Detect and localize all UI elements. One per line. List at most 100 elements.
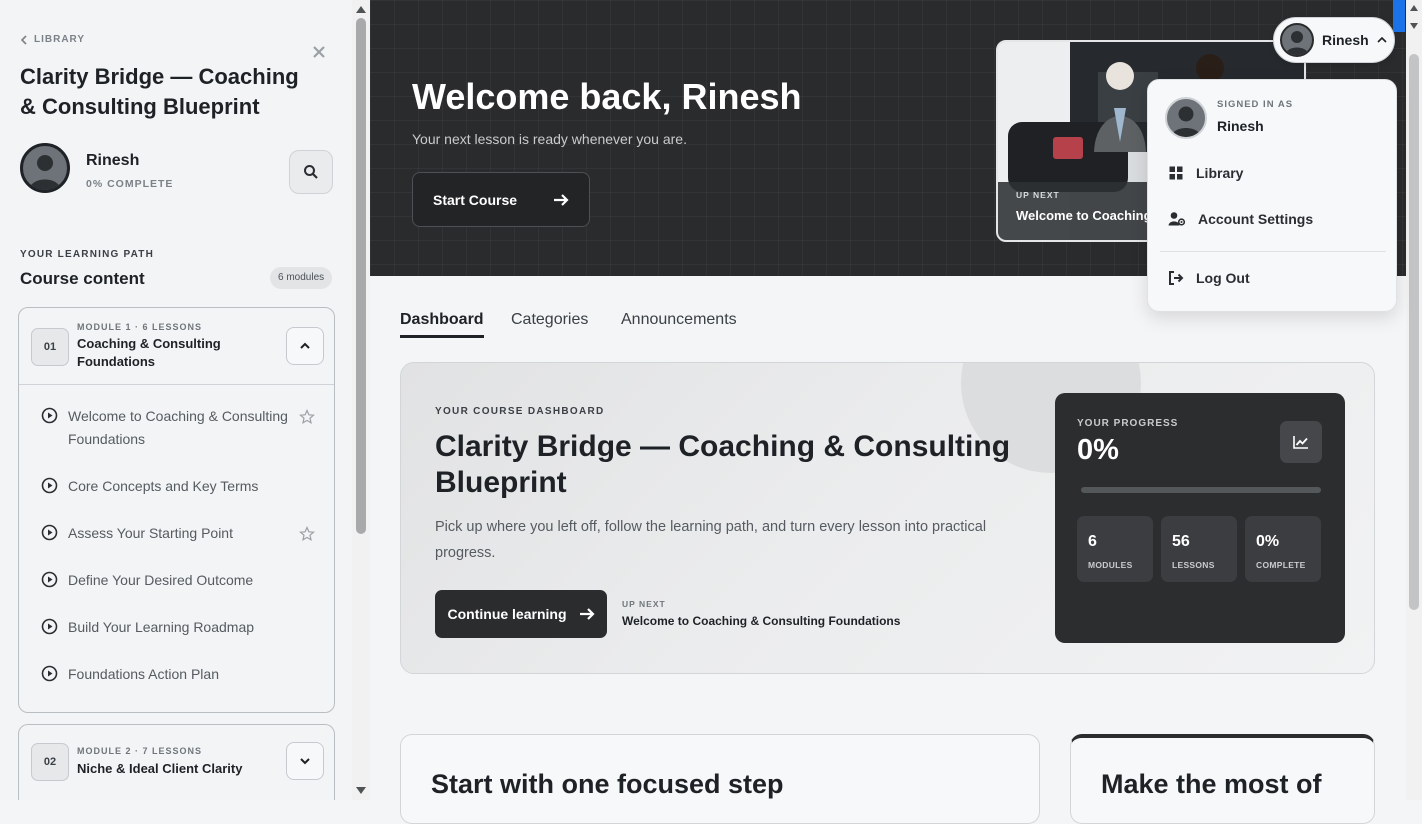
user-name: Rinesh [86, 152, 140, 169]
progress-bar [1081, 487, 1321, 493]
module-card: 01 MODULE 1 · 6 LESSONS Coaching & Consu… [18, 307, 335, 713]
module-meta: MODULE 2 · 7 LESSONS [77, 746, 203, 756]
module-meta: MODULE 1 · 6 LESSONS [77, 322, 203, 332]
lesson-title: Build Your Learning Roadmap [68, 619, 255, 635]
user-progress: 0% COMPLETE [86, 178, 174, 190]
progress-label: YOUR PROGRESS [1077, 418, 1179, 429]
lesson-item[interactable]: Assess Your Starting Point [41, 522, 316, 545]
play-circle-icon [41, 524, 58, 541]
chevron-down-icon [300, 758, 310, 765]
play-circle-icon [41, 571, 58, 588]
collapse-module-button[interactable] [286, 327, 324, 365]
close-icon[interactable] [311, 44, 327, 60]
stat-lessons: 56 LESSONS [1161, 516, 1237, 582]
stat-label: MODULES [1088, 560, 1133, 570]
lesson-item[interactable]: Build Your Learning Roadmap [41, 616, 316, 639]
course-content-title: Course content [20, 269, 145, 288]
menu-item-log-out[interactable]: Log Out [1168, 270, 1250, 286]
avatar [1165, 97, 1207, 139]
start-course-label: Start Course [433, 191, 518, 208]
tab-dashboard[interactable]: Dashboard [400, 311, 484, 338]
module-name: Niche & Ideal Client Clarity [77, 761, 243, 776]
search-icon [304, 165, 318, 179]
lesson-title: Assess Your Starting Point [68, 525, 233, 541]
grid-icon [1169, 166, 1183, 180]
user-dropdown-menu: SIGNED IN AS Rinesh Library Account Sett… [1147, 79, 1397, 312]
lesson-title: Core Concepts and Key Terms [68, 478, 259, 494]
lesson-item[interactable]: Welcome to Coaching & Consulting Foundat… [41, 405, 316, 451]
avatar [20, 143, 70, 193]
logout-icon [1169, 271, 1184, 285]
module-number: 01 [31, 328, 69, 366]
continue-learning-button[interactable]: Continue learning [435, 590, 607, 638]
card-title: Make the most of [1101, 769, 1322, 799]
signed-in-name: Rinesh [1217, 118, 1264, 134]
dashboard-course-title: Clarity Bridge — Coaching & Consulting B… [435, 430, 1011, 499]
sidebar-scrollbar-thumb[interactable] [356, 18, 366, 534]
lesson-title: Define Your Desired Outcome [68, 572, 254, 588]
arrow-right-icon [579, 608, 595, 620]
stat-value: 0% [1256, 533, 1280, 550]
back-label: LIBRARY [34, 34, 86, 45]
stat-complete: 0% COMPLETE [1245, 516, 1321, 582]
stat-modules: 6 MODULES [1077, 516, 1153, 582]
lesson-title: Foundations Action Plan [68, 666, 219, 682]
menu-item-label: Log Out [1196, 270, 1250, 286]
user-gear-icon [1168, 212, 1186, 226]
tab-categories[interactable]: Categories [511, 311, 588, 329]
back-to-library-link[interactable]: LIBRARY [20, 34, 85, 45]
scroll-up-arrow-icon[interactable] [1409, 4, 1419, 12]
lesson-item[interactable]: Foundations Action Plan [41, 663, 316, 686]
card-title: Start with one focused step [431, 769, 784, 799]
user-menu-toggle[interactable]: Rinesh [1273, 17, 1395, 63]
dashboard-eyebrow: YOUR COURSE DASHBOARD [435, 406, 605, 417]
menu-divider [1160, 251, 1386, 252]
continue-learning-label: Continue learning [447, 606, 567, 622]
user-menu-name: Rinesh [1322, 32, 1369, 48]
stat-value: 6 [1088, 533, 1097, 550]
play-circle-icon [41, 407, 58, 424]
star-icon[interactable] [299, 409, 315, 425]
learning-path-label: YOUR LEARNING PATH [20, 249, 155, 260]
lesson-item[interactable]: Core Concepts and Key Terms [41, 475, 316, 498]
accent-marker [1393, 0, 1405, 32]
arrow-right-icon [554, 193, 569, 206]
search-button[interactable] [289, 150, 333, 194]
menu-item-label: Library [1196, 165, 1244, 181]
lesson-title: Welcome to Coaching & Consulting Foundat… [68, 408, 288, 447]
module-number: 02 [31, 743, 69, 781]
avatar [1280, 23, 1314, 57]
progress-chart-button[interactable] [1280, 421, 1322, 463]
line-chart-icon [1293, 436, 1308, 449]
play-circle-icon [41, 665, 58, 682]
upnext-label: UP NEXT [622, 599, 666, 609]
focused-step-card: Start with one focused step [400, 734, 1040, 824]
expand-module-button[interactable] [286, 742, 324, 780]
chevron-up-icon [1377, 36, 1387, 43]
welcome-title: Welcome back, Rinesh [412, 76, 802, 117]
scroll-down-arrow-icon[interactable] [1409, 22, 1419, 30]
welcome-subtitle: Your next lesson is ready whenever you a… [412, 131, 687, 147]
menu-item-library[interactable]: Library [1168, 165, 1243, 181]
menu-item-account-settings[interactable]: Account Settings [1168, 211, 1313, 227]
start-course-button[interactable]: Start Course [412, 172, 590, 227]
upnext-lesson-title[interactable]: Welcome to Coaching & Consulting Foundat… [622, 614, 900, 628]
star-icon[interactable] [299, 526, 315, 542]
play-circle-icon [41, 618, 58, 635]
scroll-down-arrow-icon[interactable] [355, 786, 367, 796]
course-dashboard-card: YOUR COURSE DASHBOARD Clarity Bridge — C… [400, 362, 1375, 674]
stat-label: COMPLETE [1256, 560, 1306, 570]
page-scrollbar-thumb[interactable] [1409, 54, 1419, 610]
lesson-item[interactable]: Define Your Desired Outcome [41, 569, 316, 592]
chevron-left-icon [20, 34, 27, 45]
modules-count-badge: 6 modules [270, 267, 333, 289]
module-card: 02 MODULE 2 · 7 LESSONS Niche & Ideal Cl… [18, 724, 335, 800]
dashboard-description: Pick up where you left off, follow the l… [435, 519, 987, 561]
tab-announcements[interactable]: Announcements [621, 311, 737, 329]
tips-card: Make the most of [1070, 734, 1375, 824]
module-name: Coaching & Consulting Foundations [77, 336, 221, 369]
progress-percent: 0% [1077, 434, 1119, 466]
scroll-up-arrow-icon[interactable] [355, 4, 367, 14]
sidebar-course-title: Clarity Bridge — Coaching & Consulting B… [20, 64, 299, 119]
menu-item-label: Account Settings [1198, 211, 1314, 227]
